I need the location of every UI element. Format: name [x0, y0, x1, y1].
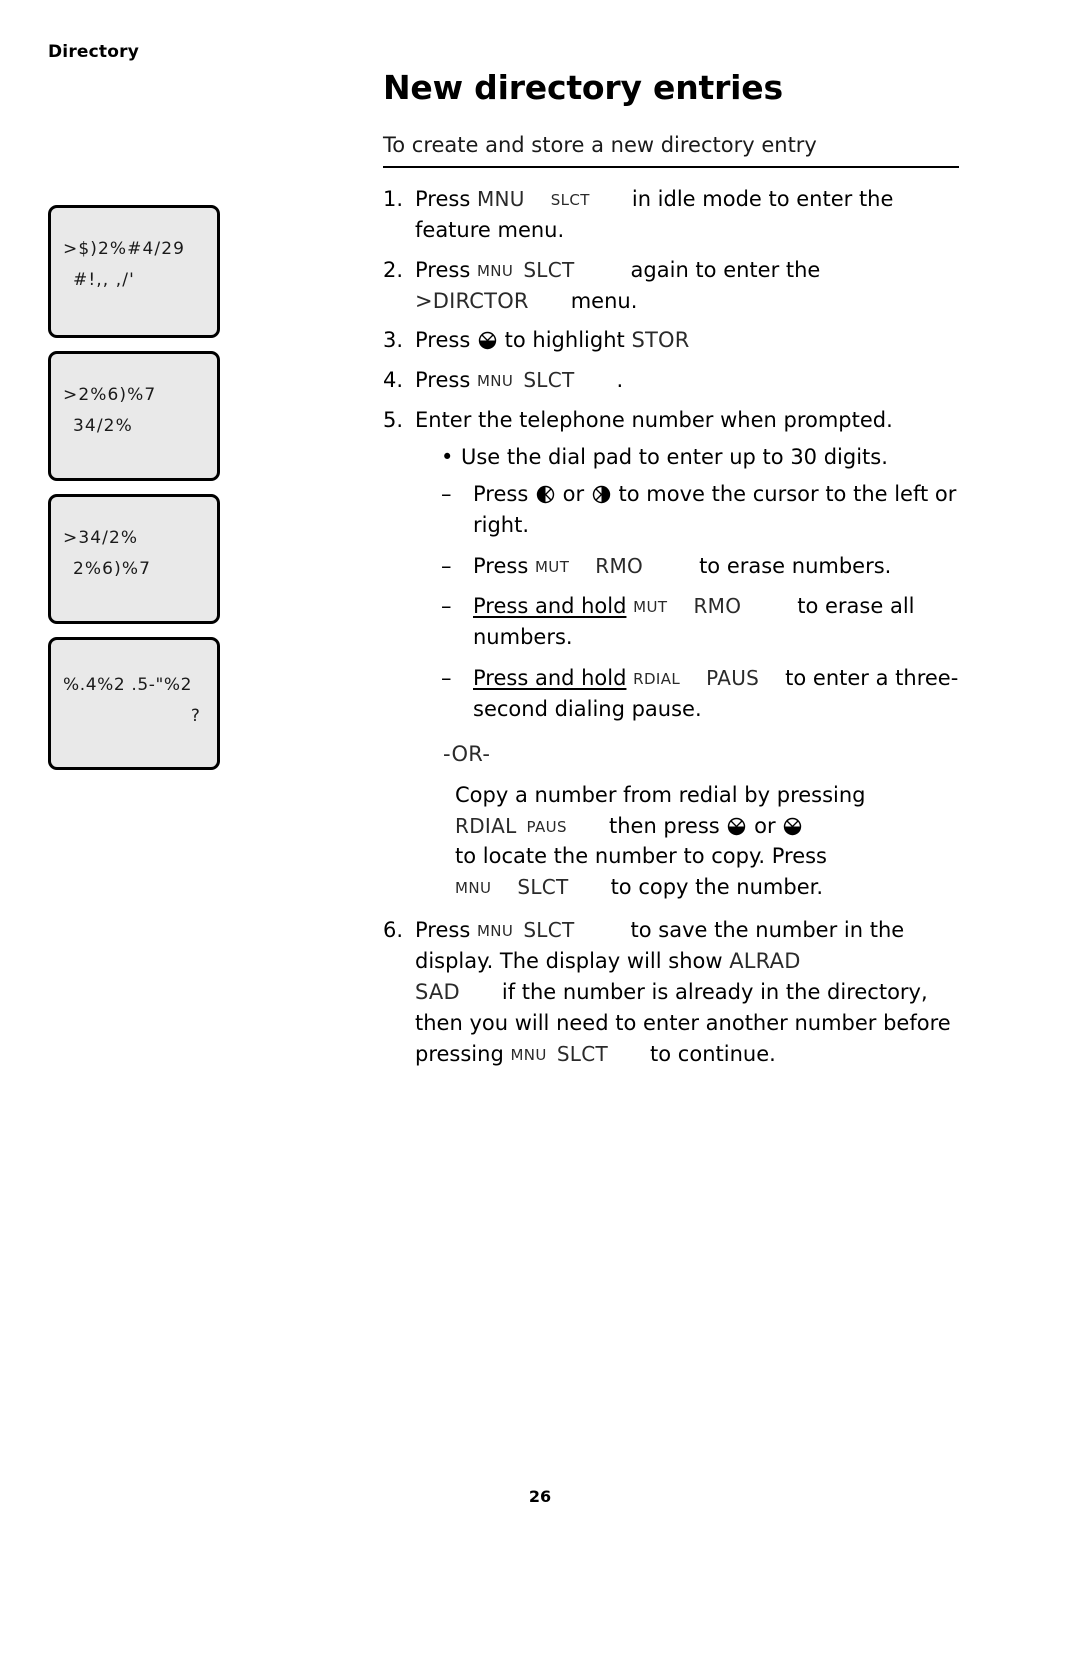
key-label-mnu: MNU	[455, 879, 492, 898]
or-alternative-body: Copy a number from redial by pressing RD…	[455, 780, 959, 903]
nav-key-down-icon	[727, 814, 746, 835]
display-word-dirctor: >DIRCTOR	[415, 288, 529, 313]
nav-key-right-icon	[592, 482, 611, 504]
dash-text-pre: Press and hold	[473, 594, 627, 619]
nav-key-left-icon	[536, 482, 555, 504]
dash-marker: –	[441, 594, 452, 619]
step-number: 1.	[383, 187, 404, 211]
key-label-paus: PAUS	[526, 817, 567, 836]
key-label-slct: SLCT	[523, 257, 575, 282]
key-label-paus: PAUS	[706, 666, 760, 691]
step-text-mid: to highlight	[504, 328, 625, 353]
step-number: 3.	[383, 328, 404, 353]
step-1: 1. Press MNU SLCT in idle mode to enter th…	[383, 184, 959, 246]
step-text-tail: .	[616, 368, 624, 393]
key-label-slct: SLCT	[517, 875, 569, 900]
step-2: 2. Press MNU SLCT again to enter the >DIRC…	[383, 255, 959, 317]
dash-text-post: to erase numbers.	[699, 553, 892, 578]
key-label-rdial: RDIAL	[633, 670, 681, 689]
key-label-slct: SLCT	[550, 191, 590, 209]
dash-dialing-pause: – Press and hold RDIAL PAUS to enter a thr…	[441, 663, 959, 725]
key-label-mnu: MNU	[510, 1045, 547, 1064]
step-text: Press	[415, 257, 471, 282]
display-word-stor: STOR	[631, 328, 690, 353]
lcd-line-1: >34/2%	[63, 528, 139, 548]
bullet-dial-pad: • Use the dial pad to enter up to 30 dig…	[441, 442, 959, 473]
step-text-part3: to continue.	[650, 1041, 776, 1066]
key-label-rmo: RMO	[693, 594, 742, 619]
page-title: New directory entries	[383, 68, 783, 107]
or-text-line4: to copy the number.	[610, 875, 824, 900]
step-number: 4.	[383, 368, 404, 393]
step-4: 4. Press MNU SLCT.	[383, 365, 959, 396]
or-text-line1: Copy a number from redial by pressing	[455, 782, 866, 807]
or-text-line3: to locate the number to copy. Press	[455, 844, 827, 869]
lcd-line-1: >$)2%#4/29	[63, 239, 186, 259]
key-label-slct: SLCT	[523, 918, 575, 943]
dash-text-pre: Press	[473, 481, 529, 506]
lcd-line-2: ?	[190, 706, 201, 727]
key-label-mut: MUT	[534, 557, 570, 576]
step-text: Press	[415, 187, 471, 211]
dash-text-pre: Press	[473, 553, 529, 578]
step-number: 2.	[383, 257, 404, 282]
step-number: 5.	[383, 408, 404, 433]
or-text-mid: then press	[608, 813, 720, 838]
key-label-mut: MUT	[633, 598, 668, 617]
step-3: 3. Press to highlight STOR	[383, 325, 959, 356]
lcd-illustration-column: >$)2%#4/29 #!,, ,/' >2%6)%7 34/2% >34/2%…	[48, 205, 220, 783]
step-text: Enter the telephone number when prompted…	[415, 408, 893, 433]
key-label-slct: SLCT	[523, 368, 575, 393]
or-text-conj: or	[754, 813, 776, 838]
dash-marker: –	[441, 481, 452, 506]
display-word-sad: SAD	[415, 979, 460, 1004]
key-label-rdial: RDIAL	[455, 813, 517, 838]
step-number: 6.	[383, 918, 404, 943]
nav-key-down-icon	[478, 328, 497, 350]
section-subhead: To create and store a new directory entr…	[383, 133, 959, 168]
lcd-line-1: %.4%2 .5-"%2	[63, 675, 193, 695]
key-label-slct: SLCT	[556, 1041, 609, 1066]
dash-text-mid: or	[562, 481, 585, 506]
lcd-screen-enter-number: %.4%2 .5-"%2 ?	[48, 637, 220, 770]
dash-erase-numbers: – Press MUT RMO to erase numbers.	[441, 551, 959, 582]
step-text: Press	[415, 918, 471, 943]
dash-marker: –	[441, 553, 452, 578]
display-word-alrad: ALRAD	[729, 949, 801, 974]
step-text: Press	[415, 328, 471, 353]
key-label-mnu: MNU	[476, 187, 525, 211]
lcd-screen-store-review: >34/2% 2%6)%7	[48, 494, 220, 624]
running-head: Directory	[48, 42, 140, 62]
lcd-line-2: #!,, ,/'	[73, 270, 135, 291]
lcd-line-1: >2%6)%7	[63, 385, 157, 405]
lcd-screen-review-store: >2%6)%7 34/2%	[48, 351, 220, 481]
bullet-text: Use the dial pad to enter up to 30 digit…	[461, 445, 888, 470]
dash-text-pre: Press and hold	[473, 666, 627, 691]
step-6: 6. Press MNU SLCT to save the number in th…	[383, 915, 959, 1069]
step-5-bullets: • Use the dial pad to enter up to 30 dig…	[415, 442, 959, 473]
lcd-line-2: 2%6)%7	[73, 559, 151, 580]
dash-erase-all-numbers: – Press and hold MUT RMO to erase all numb…	[441, 591, 959, 653]
key-label-mnu: MNU	[476, 922, 514, 941]
step-text-mid: again to enter the	[630, 257, 821, 282]
bullet-marker: •	[441, 445, 454, 470]
key-label-rmo: RMO	[595, 553, 644, 578]
instruction-steps: 1. Press MNU SLCT in idle mode to enter th…	[383, 184, 959, 1069]
lcd-screen-directory-call-log: >$)2%#4/29 #!,, ,/'	[48, 205, 220, 338]
key-label-mnu: MNU	[476, 372, 514, 391]
step-5: 5. Enter the telephone number when promp…	[383, 405, 959, 903]
dash-move-cursor: – Press or to move the cursor to the lef…	[441, 479, 959, 541]
step-text: Press	[415, 368, 471, 393]
dash-marker: –	[441, 666, 452, 691]
nav-key-up-icon	[783, 814, 802, 835]
or-separator: -OR-	[443, 741, 491, 766]
step-text-tail: menu.	[570, 288, 638, 313]
main-content: New directory entries To create and stor…	[383, 68, 959, 1078]
key-label-mnu: MNU	[476, 261, 514, 280]
lcd-line-2: 34/2%	[73, 416, 133, 437]
step-5-sub-actions: – Press or to move the cursor to the lef…	[415, 479, 959, 725]
page-number: 26	[528, 1487, 552, 1506]
